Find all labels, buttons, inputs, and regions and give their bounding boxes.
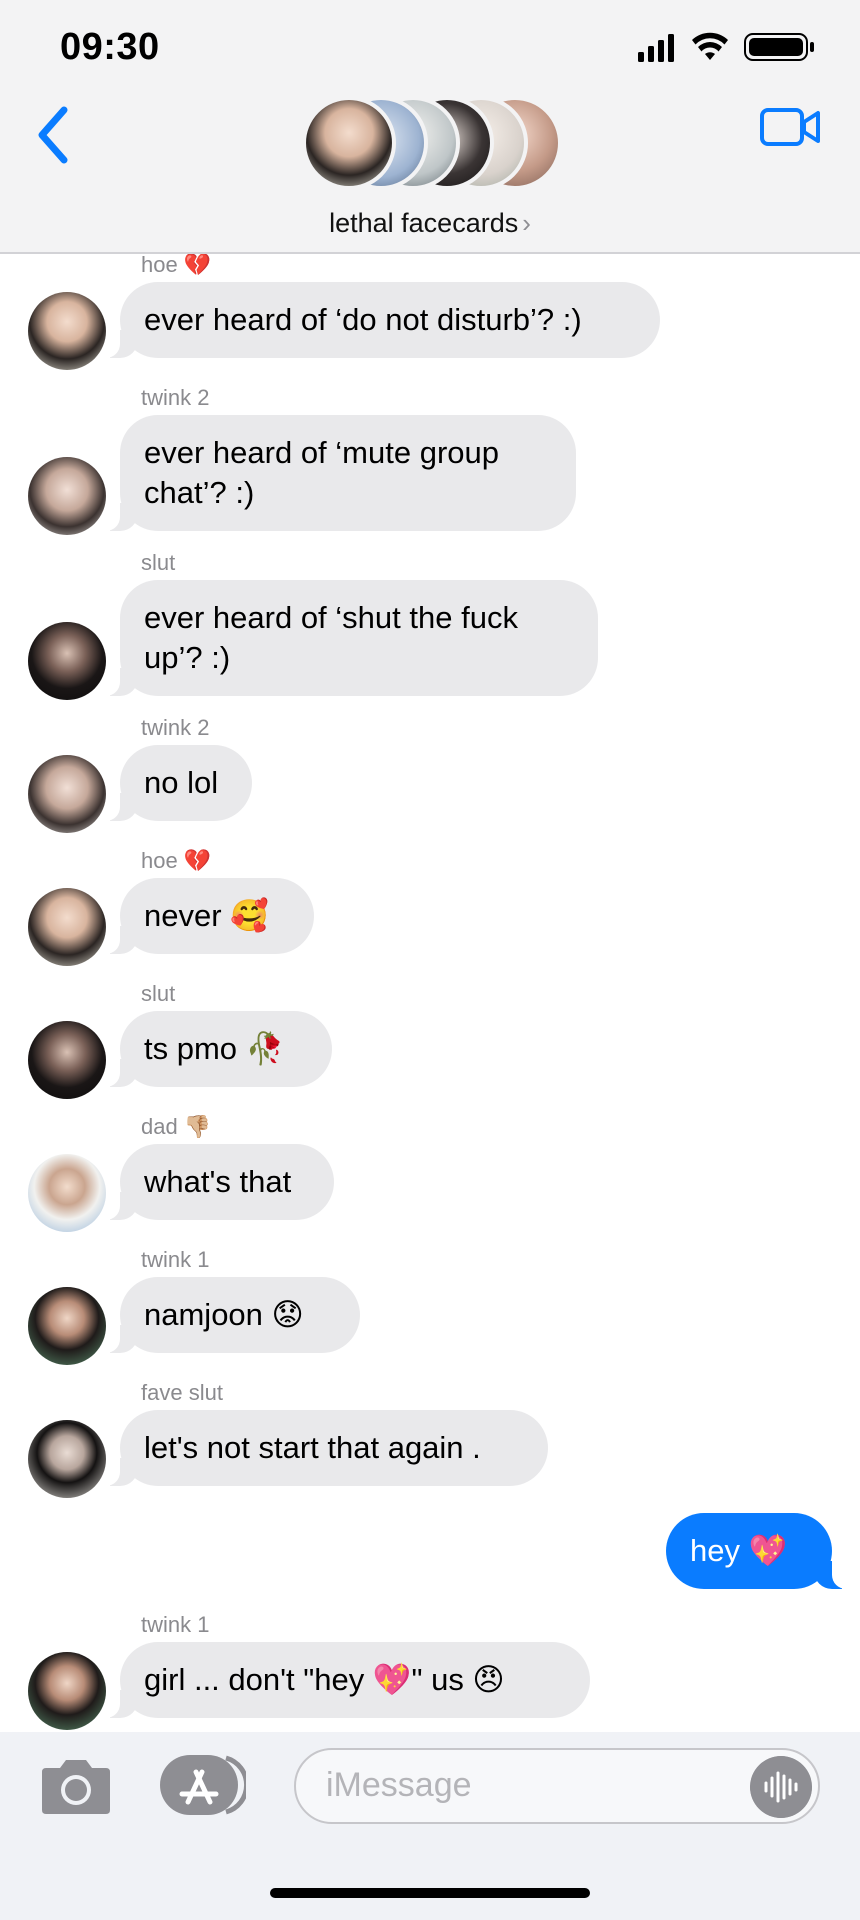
message-list[interactable]: hoe 💔 ever heard of ‘do not disturb’? :)… <box>0 252 860 1732</box>
conversation-header: 09:30 lethal facecards › <box>0 0 860 254</box>
avatar[interactable] <box>28 457 106 535</box>
video-camera-icon <box>760 108 820 146</box>
group-avatar-stack[interactable] <box>302 96 562 198</box>
input-placeholder: iMessage <box>326 1766 472 1804</box>
sender-name: slut <box>141 550 176 575</box>
avatar[interactable] <box>28 888 106 966</box>
battery-icon <box>744 33 814 61</box>
message-text: no lol <box>144 765 219 800</box>
video-call-button[interactable] <box>760 104 822 150</box>
sender-name: fave slut <box>141 1380 223 1405</box>
message-bubble[interactable]: no lol <box>100 745 252 821</box>
avatar[interactable] <box>28 755 106 833</box>
message-bubble[interactable]: ever heard of ‘do not disturb’? :) <box>100 282 660 358</box>
group-name-button[interactable]: lethal facecards › <box>0 208 860 239</box>
sender-name: twink 1 <box>141 1247 210 1272</box>
message-text: let's not start that again . <box>144 1430 481 1465</box>
group-avatar <box>302 96 396 190</box>
sender-name: twink 2 <box>141 715 210 740</box>
sender-name: hoe 💔 <box>141 848 212 873</box>
message-text: what's that <box>144 1164 292 1199</box>
app-store-icon <box>160 1755 246 1815</box>
avatar[interactable] <box>28 1021 106 1099</box>
chevron-right-icon: › <box>522 208 531 238</box>
outgoing-message-bubble[interactable]: hey 💖 <box>666 1513 852 1589</box>
message-bubble[interactable]: what's that <box>100 1144 334 1220</box>
sender-name: dad 👎🏼 <box>141 1114 212 1139</box>
message-text: girl ... don't "hey 💖" us 😠 <box>144 1662 505 1697</box>
message-text: hey 💖 <box>690 1533 788 1568</box>
message-bubble[interactable]: ever heard of ‘mute group chat’? :) <box>100 415 576 531</box>
compose-bar: iMessage <box>0 1732 860 1920</box>
camera-icon <box>42 1760 110 1814</box>
status-time: 09:30 <box>60 26 160 68</box>
imessage-input[interactable]: iMessage <box>294 1748 820 1824</box>
message-bubble[interactable]: never 🥰 <box>100 878 314 954</box>
app-store-button[interactable] <box>160 1752 246 1818</box>
avatar[interactable] <box>28 622 106 700</box>
status-icons <box>638 32 814 62</box>
message-bubble[interactable]: ever heard of ‘shut the fuck up’? :) <box>100 580 598 696</box>
avatar[interactable] <box>28 1154 106 1232</box>
avatar[interactable] <box>28 1420 106 1498</box>
message-text: ts pmo 🥀 <box>144 1031 285 1066</box>
signal-icon <box>638 34 674 62</box>
sender-name: twink 2 <box>141 385 210 410</box>
group-name: lethal facecards <box>329 208 519 238</box>
message-text: ever heard of ‘do not disturb’? :) <box>144 302 582 337</box>
message-text: never 🥰 <box>144 898 269 933</box>
avatar[interactable] <box>28 1652 106 1730</box>
message-text: namjoon 😟 <box>144 1297 304 1332</box>
chevron-left-icon <box>38 106 68 164</box>
sender-name: twink 1 <box>141 1612 210 1637</box>
wifi-icon <box>692 32 728 60</box>
message-bubble[interactable]: namjoon 😟 <box>100 1277 360 1353</box>
avatar[interactable] <box>28 292 106 370</box>
avatar[interactable] <box>28 1287 106 1365</box>
sender-name: slut <box>141 981 176 1006</box>
message-text: ever heard of ‘mute group chat’? :) <box>144 435 499 510</box>
sender-name: hoe 💔 <box>141 252 212 277</box>
camera-button[interactable] <box>38 1756 114 1816</box>
message-bubble[interactable]: ts pmo 🥀 <box>100 1011 332 1087</box>
home-indicator[interactable] <box>270 1888 590 1898</box>
back-button[interactable] <box>30 100 80 170</box>
audio-message-button[interactable] <box>750 1756 812 1818</box>
message-bubble[interactable]: girl ... don't "hey 💖" us 😠 <box>100 1642 590 1718</box>
message-text: ever heard of ‘shut the fuck up’? :) <box>144 600 518 675</box>
message-bubble[interactable]: let's not start that again . <box>100 1410 548 1486</box>
